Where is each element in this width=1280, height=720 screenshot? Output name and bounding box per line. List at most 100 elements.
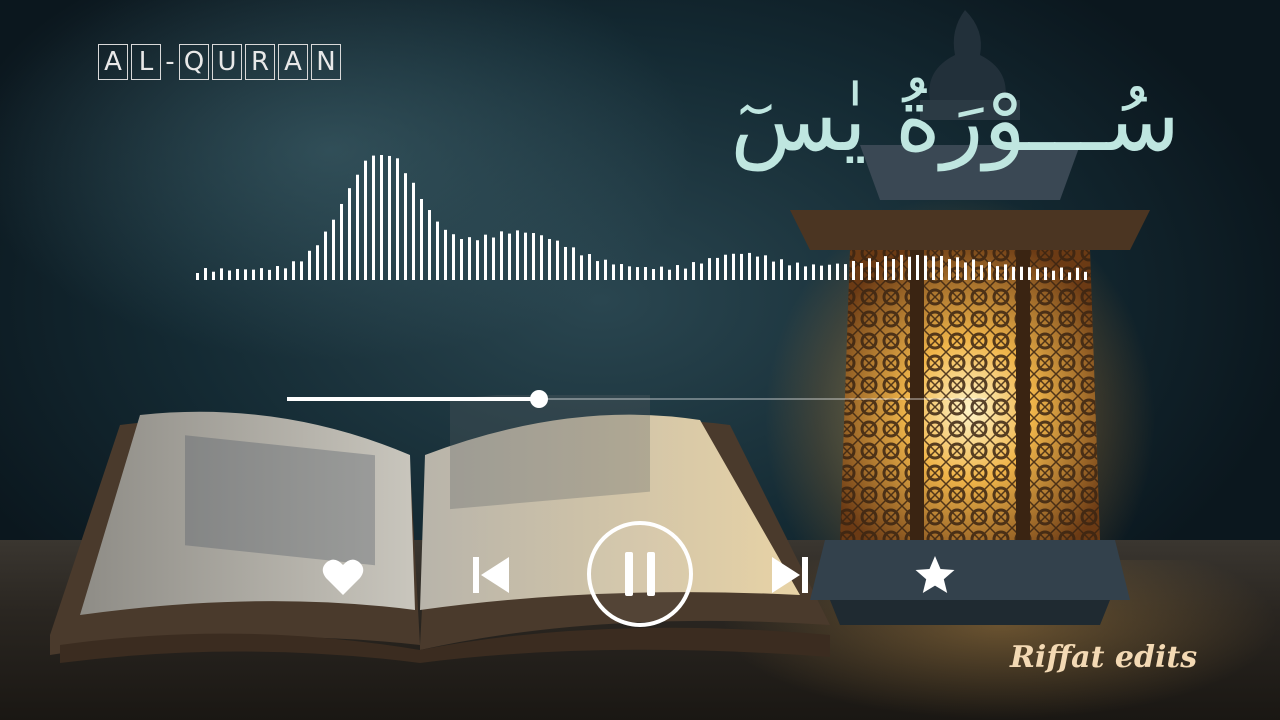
waveform-bar xyxy=(980,265,983,280)
waveform-bar xyxy=(468,237,471,280)
waveform-bar xyxy=(556,240,559,280)
waveform-bar xyxy=(940,255,943,280)
waveform-bar xyxy=(596,261,599,280)
waveform-bar xyxy=(812,264,815,280)
waveform-bar xyxy=(540,235,543,280)
waveform-bar xyxy=(772,261,775,280)
waveform-bar xyxy=(668,269,671,280)
waveform-bar xyxy=(492,237,495,280)
waveform-bar xyxy=(356,174,359,280)
waveform-bar xyxy=(716,257,719,280)
waveform-bar xyxy=(996,266,999,280)
seek-bar[interactable] xyxy=(287,390,987,408)
waveform-bar xyxy=(788,265,791,280)
waveform-bar xyxy=(724,254,727,280)
waveform-bar xyxy=(580,255,583,280)
waveform-bar xyxy=(484,234,487,280)
audio-waveform xyxy=(196,155,1087,280)
waveform-bar xyxy=(660,266,663,280)
logo-letter: L xyxy=(131,44,161,80)
waveform-bar xyxy=(828,264,831,280)
waveform-bar xyxy=(204,268,207,280)
waveform-bar xyxy=(1044,267,1047,280)
waveform-bar xyxy=(212,271,215,280)
waveform-bar xyxy=(740,253,743,280)
waveform-bar xyxy=(756,256,759,280)
waveform-bar xyxy=(364,160,367,280)
waveform-bar xyxy=(900,254,903,280)
waveform-bar xyxy=(276,266,279,280)
logo-letter: U xyxy=(212,44,242,80)
waveform-bar xyxy=(692,262,695,280)
seek-handle[interactable] xyxy=(530,390,548,408)
waveform-bar xyxy=(260,268,263,280)
waveform-bar xyxy=(324,231,327,280)
waveform-bar xyxy=(852,260,855,280)
waveform-bar xyxy=(972,259,975,280)
waveform-bar xyxy=(300,261,303,280)
waveform-bar xyxy=(732,253,735,280)
waveform-bar xyxy=(516,230,519,280)
waveform-bar xyxy=(636,267,639,280)
waveform-bar xyxy=(892,258,895,280)
waveform-bar xyxy=(508,233,511,280)
waveform-bar xyxy=(476,240,479,280)
like-button[interactable] xyxy=(318,552,368,602)
waveform-bar xyxy=(916,254,919,280)
waveform-bar xyxy=(412,182,415,280)
waveform-bar xyxy=(332,219,335,280)
previous-button[interactable] xyxy=(463,547,519,603)
waveform-bar xyxy=(684,268,687,280)
waveform-bar xyxy=(764,255,767,280)
waveform-bar xyxy=(612,264,615,280)
waveform-bar xyxy=(644,267,647,280)
waveform-bar xyxy=(604,259,607,280)
waveform-bar xyxy=(924,255,927,280)
waveform-bar xyxy=(436,221,439,280)
waveform-bar xyxy=(860,263,863,280)
waveform-bar xyxy=(796,262,799,280)
waveform-bar xyxy=(572,247,575,280)
waveform-bar xyxy=(1012,266,1015,280)
waveform-bar xyxy=(1052,270,1055,280)
waveform-bar xyxy=(780,259,783,280)
waveform-bar xyxy=(460,239,463,280)
waveform-bar xyxy=(292,261,295,280)
logo-letter: Q xyxy=(179,44,209,80)
skip-previous-icon xyxy=(473,557,509,593)
waveform-bar xyxy=(380,155,383,280)
waveform-bar xyxy=(1028,267,1031,280)
waveform-bar xyxy=(532,233,535,280)
waveform-bar xyxy=(964,262,967,280)
logo-letter: R xyxy=(245,44,275,80)
waveform-bar xyxy=(588,254,591,280)
waveform-bar xyxy=(836,263,839,280)
waveform-bar xyxy=(844,264,847,280)
open-book-image xyxy=(50,395,830,663)
pause-button[interactable] xyxy=(585,519,695,629)
next-button[interactable] xyxy=(762,547,818,603)
waveform-bar xyxy=(652,269,655,280)
logo-letter: N xyxy=(311,44,341,80)
waveform-bar xyxy=(196,272,199,280)
waveform-bar xyxy=(932,256,935,280)
waveform-bar xyxy=(316,245,319,280)
waveform-bar xyxy=(956,257,959,280)
app-logo-badge: A L - Q U R A N xyxy=(98,44,341,80)
waveform-bar xyxy=(388,155,391,280)
waveform-bar xyxy=(548,238,551,280)
waveform-bar xyxy=(284,268,287,280)
waveform-bar xyxy=(676,265,679,280)
waveform-bar xyxy=(372,155,375,280)
waveform-bar xyxy=(700,263,703,280)
waveform-bar xyxy=(1036,268,1039,280)
favorite-button[interactable] xyxy=(910,550,960,600)
waveform-bar xyxy=(252,269,255,280)
waveform-bar xyxy=(620,264,623,280)
star-icon xyxy=(915,556,955,593)
waveform-bar xyxy=(1060,267,1063,280)
waveform-bar xyxy=(220,268,223,280)
waveform-bar xyxy=(308,250,311,280)
waveform-bar xyxy=(1084,271,1087,280)
waveform-bar xyxy=(452,234,455,280)
